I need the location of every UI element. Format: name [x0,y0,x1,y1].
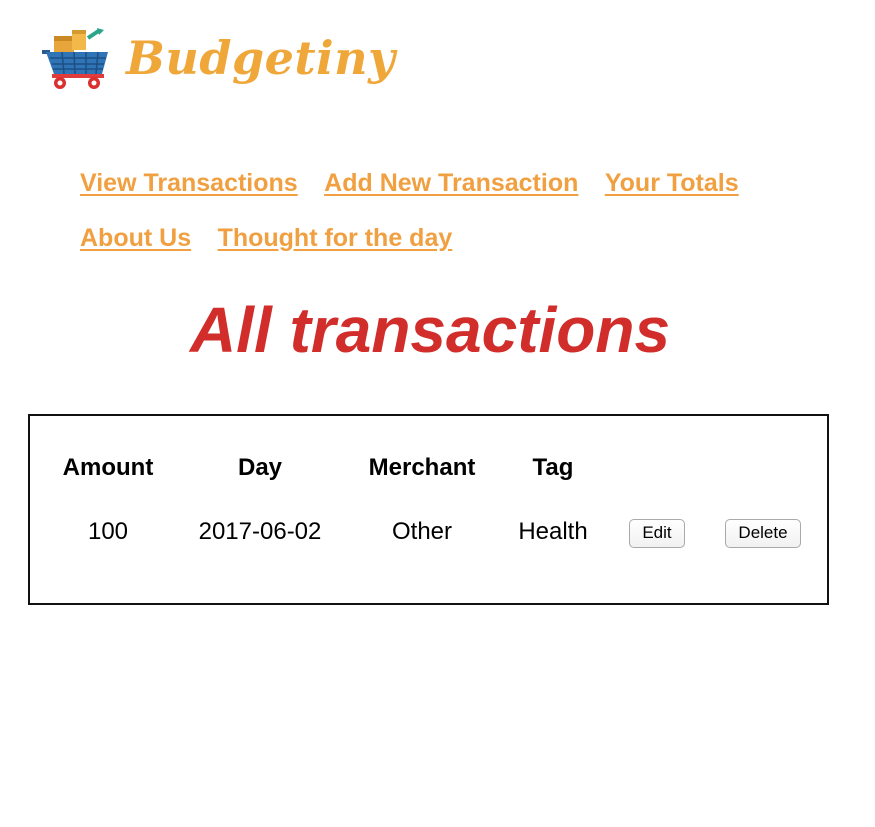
cell-delete: Delete [700,492,826,572]
cell-edit: Edit [614,492,700,572]
nav-link-view-transactions[interactable]: View Transactions [80,166,298,200]
transactions-table-container: Amount Day Merchant Tag 100 2017-06-02 O… [28,414,829,605]
page-title: All transactions [189,294,671,366]
nav-row-1: View Transactions Add New Transaction Yo… [80,166,820,221]
cell-merchant: Other [391,518,453,545]
column-header-tag: Tag [532,454,574,481]
column-header-amount: Amount [62,454,154,481]
column-header-merchant: Merchant [368,454,476,481]
shopping-cart-icon [42,28,108,89]
table-header-row: Amount Day Merchant Tag [48,444,826,492]
brand-name: Budgetiny [126,31,396,85]
nav-link-thought-for-the-day[interactable]: Thought for the day [218,221,453,255]
nav-row-2: About Us Thought for the day [80,221,820,276]
column-header-delete [700,444,826,492]
cell-day: 2017-06-02 [198,518,322,545]
brand-logo[interactable]: Budgetiny [42,24,395,100]
column-header-day: Day [237,454,283,481]
cell-amount: 100 [87,518,129,545]
edit-button[interactable]: Edit [629,518,685,548]
nav-link-your-totals[interactable]: Your Totals [605,166,739,200]
column-header-edit [614,444,700,492]
main-nav: View Transactions Add New Transaction Yo… [80,166,820,276]
transactions-table: Amount Day Merchant Tag 100 2017-06-02 O… [48,444,826,572]
nav-link-add-new-transaction[interactable]: Add New Transaction [324,166,578,200]
nav-link-about-us[interactable]: About Us [80,221,191,255]
table-row: 100 2017-06-02 Other Health Edit Delete [48,492,826,572]
delete-button[interactable]: Delete [725,518,801,548]
cell-tag: Health [518,518,588,545]
